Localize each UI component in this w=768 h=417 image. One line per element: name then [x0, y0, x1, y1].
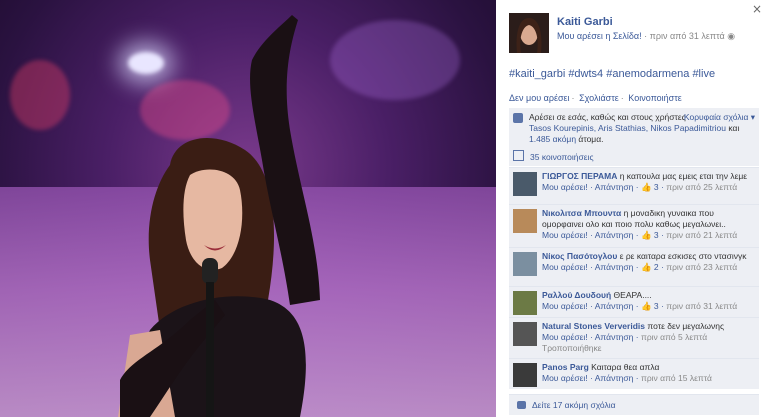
- comment-text: ε ρε καιταρα εσκισες στο ντασινγκ: [619, 251, 747, 261]
- post-panel: × Kaiti Garbi Μου αρέσει η Σελίδα! · πρι…: [496, 0, 768, 417]
- comment-item: Νίκος Πασότογλου ε ρε καιταρα εσκισες στ…: [509, 247, 759, 286]
- commenter-avatar[interactable]: [513, 209, 537, 233]
- commenter-name[interactable]: Ραλλού Δουδουή: [542, 290, 611, 300]
- shares-row[interactable]: 35 κοινοποιήσεις: [509, 148, 759, 166]
- comment-time[interactable]: πριν από 5 λεπτά: [641, 332, 707, 342]
- likes-suffix: άτομα.: [578, 134, 604, 144]
- page-avatar[interactable]: [509, 13, 549, 53]
- post-meta: Μου αρέσει η Σελίδα! · πριν από 31 λεπτά…: [557, 31, 736, 41]
- comment-reply-link[interactable]: Απάντηση: [595, 373, 634, 383]
- comment-like-link[interactable]: Μου αρέσει!: [542, 182, 588, 192]
- comment-time[interactable]: πριν από 31 λεπτά: [666, 301, 737, 311]
- comment-likes-count[interactable]: 👍 3: [641, 182, 659, 192]
- commenter-avatar[interactable]: [513, 291, 537, 315]
- commenter-avatar[interactable]: [513, 322, 537, 346]
- comment-like-link[interactable]: Μου αρέσει!: [542, 262, 588, 272]
- comment-like-link[interactable]: Μου αρέσει!: [542, 230, 588, 240]
- comment-reply-link[interactable]: Απάντηση: [595, 230, 634, 240]
- commenter-avatar[interactable]: [513, 363, 537, 387]
- comment-reply-link[interactable]: Απάντηση: [595, 301, 634, 311]
- comment-like-link[interactable]: Μου αρέσει!: [542, 301, 588, 311]
- comment-like-link[interactable]: Μου αρέσει!: [542, 332, 588, 342]
- comment-item: Panos Parg Καιταρα θεα απλα Μου αρέσει! …: [509, 358, 759, 389]
- like-page-link[interactable]: Μου αρέσει η Σελίδα!: [557, 31, 642, 41]
- comment-text: Καιταρα θεα απλα: [591, 362, 660, 372]
- unlike-link[interactable]: Δεν μου αρέσει: [509, 93, 570, 103]
- comment-time[interactable]: πριν από 23 λεπτά: [666, 262, 737, 272]
- commenter-name[interactable]: Panos Parg: [542, 362, 589, 372]
- view-more-comments[interactable]: Δείτε 17 ακόμη σχόλια: [509, 394, 759, 415]
- top-comments-dropdown[interactable]: Κορυφαία σχόλια ▾: [684, 112, 755, 123]
- commenter-name[interactable]: Natural Stones Ververidis: [542, 321, 645, 331]
- commenter-avatar[interactable]: [513, 252, 537, 276]
- likes-prefix: Αρέσει σε εσάς, καθώς και στους χρήστες: [529, 112, 686, 122]
- comment-reply-link[interactable]: Απάντηση: [595, 332, 634, 342]
- comment-item: Νικολιτσα Μπουντα η μοναδικη γυναικα που…: [509, 204, 759, 247]
- comment-like-link[interactable]: Μου αρέσει!: [542, 373, 588, 383]
- more-comments-label[interactable]: Δείτε 17 ακόμη σχόλια: [532, 400, 616, 410]
- likes-others[interactable]: 1.485 ακόμη: [529, 134, 576, 144]
- comment-time[interactable]: πριν από 21 λεπτά: [666, 230, 737, 240]
- post-caption[interactable]: #kaiti_garbi #dwts4 #anemodarmena #live: [509, 68, 715, 80]
- post-photo[interactable]: [0, 0, 496, 417]
- globe-icon: ◉: [727, 31, 736, 41]
- like-thumb-icon: [513, 113, 523, 123]
- comment-reply-link[interactable]: Απάντηση: [595, 262, 634, 272]
- edited-label[interactable]: Τροποποιήθηκε: [542, 343, 602, 353]
- likes-box: Κορυφαία σχόλια ▾ Αρέσει σε εσάς, καθώς …: [509, 108, 759, 150]
- comment-time[interactable]: πριν από 25 λεπτά: [666, 182, 737, 192]
- comment-likes-count[interactable]: 👍 3: [641, 230, 659, 240]
- share-icon: [513, 150, 524, 161]
- comment-text: ποτε δεν μεγαλωνης: [647, 321, 725, 331]
- share-link[interactable]: Κοινοποιήστε: [628, 93, 682, 103]
- commenter-name[interactable]: ΓΙΩΡΓΟΣ ΠΕΡΑΜΑ: [542, 171, 617, 181]
- post-time[interactable]: πριν από 31 λεπτά: [650, 31, 725, 41]
- singer-figure: [118, 15, 320, 417]
- likes-people[interactable]: Tasos Kourepinis, Aris Stathias, Nikos P…: [529, 123, 726, 133]
- comment-item: ΓΙΩΡΓΟΣ ΠΕΡΑΜΑ η καπουλα μας εμεις εται …: [509, 167, 759, 204]
- comment-likes-count[interactable]: 👍 3: [641, 301, 659, 311]
- commenter-name[interactable]: Νικολιτσα Μπουντα: [542, 208, 621, 218]
- comment-bubble-icon: [517, 401, 526, 409]
- commenter-name[interactable]: Νίκος Πασότογλου: [542, 251, 617, 261]
- commenter-avatar[interactable]: [513, 172, 537, 196]
- comment-item: Ραλλού Δουδουή ΘΕΑΡΑ.... Μου αρέσει! · Α…: [509, 286, 759, 317]
- comment-time[interactable]: πριν από 15 λεπτά: [641, 373, 712, 383]
- comment-likes-count[interactable]: 👍 2: [641, 262, 659, 272]
- page-name[interactable]: Kaiti Garbi: [557, 16, 613, 28]
- comment-reply-link[interactable]: Απάντηση: [595, 182, 634, 192]
- post-actions: Δεν μου αρέσει · Σχολιάστε · Κοινοποιήστε: [509, 93, 682, 103]
- close-icon[interactable]: ×: [752, 2, 762, 16]
- comment-text: η καπουλα μας εμεις εται την λεμε: [619, 171, 748, 181]
- comment-item: Natural Stones Ververidis ποτε δεν μεγαλ…: [509, 317, 759, 358]
- shares-count[interactable]: 35 κοινοποιήσεις: [530, 152, 594, 162]
- comment-link[interactable]: Σχολιάστε: [579, 93, 619, 103]
- likes-and: και: [728, 123, 740, 133]
- comment-list: ΓΙΩΡΓΟΣ ΠΕΡΑΜΑ η καπουλα μας εμεις εται …: [509, 167, 759, 389]
- comment-text: ΘΕΑΡΑ....: [613, 290, 652, 300]
